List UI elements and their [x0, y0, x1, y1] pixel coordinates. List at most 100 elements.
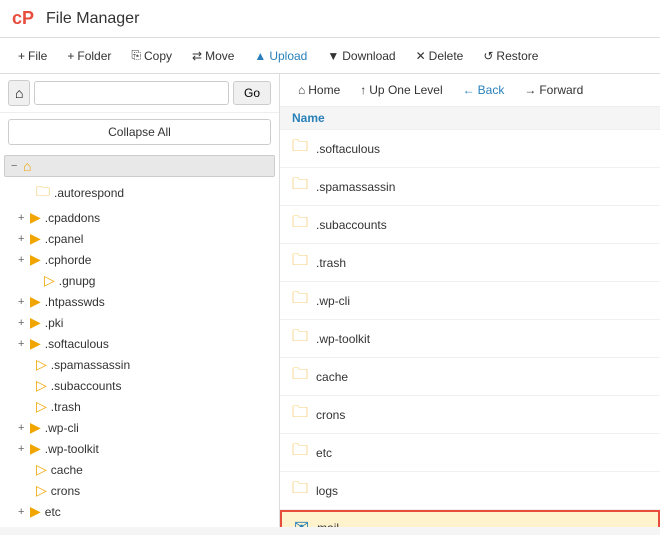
- tree-label: etc: [45, 505, 61, 519]
- file-item-wpcli[interactable]: 🗀 .wp-cli: [280, 282, 660, 320]
- left-panel: ⌂ Go Collapse All − ⌂ 🗀 .autorespond + ▶…: [0, 74, 280, 527]
- path-input[interactable]: [34, 81, 229, 105]
- move-icon: ⇄: [192, 49, 202, 63]
- file-item-cache[interactable]: 🗀 cache: [280, 358, 660, 396]
- folder-icon: 🗀: [36, 181, 50, 205]
- folder-icon: ▶: [30, 440, 41, 457]
- copy-button[interactable]: ⎘ Copy: [123, 44, 180, 67]
- plus-icon: +: [18, 49, 25, 63]
- tree-item-cache[interactable]: ▷ cache: [0, 459, 279, 480]
- tree-label: .cphorde: [45, 253, 92, 267]
- delete-button[interactable]: ✕ Delete: [408, 45, 472, 67]
- tree-label: .cpaddons: [45, 211, 100, 225]
- home-label: Home: [308, 83, 340, 97]
- copy-button-label: Copy: [144, 49, 172, 63]
- folder-icon: ▶: [30, 314, 41, 331]
- tree-item-subaccounts[interactable]: ▷ .subaccounts: [0, 375, 279, 396]
- tree-label: .wp-toolkit: [45, 442, 99, 456]
- tree-label: .gnupg: [59, 274, 96, 288]
- tree-item-pki[interactable]: + ▶ .pki: [0, 312, 279, 333]
- toggle-icon: +: [18, 338, 30, 350]
- file-item-softaculous[interactable]: 🗀 .softaculous: [280, 130, 660, 168]
- tree-label: .wp-cli: [45, 421, 79, 435]
- collapse-all-button[interactable]: Collapse All: [8, 119, 271, 145]
- file-item-spamassassin[interactable]: 🗀 .spamassassin: [280, 168, 660, 206]
- file-button[interactable]: + File: [10, 45, 55, 67]
- tree-label: .htpasswds: [45, 295, 105, 309]
- move-button-label: Move: [205, 49, 234, 63]
- folder-icon: ▶: [30, 503, 41, 520]
- folder-icon: ▷: [44, 272, 55, 289]
- folder-button-label: Folder: [77, 49, 111, 63]
- download-button[interactable]: ▼ Download: [319, 45, 403, 67]
- tree-item-cphorde[interactable]: + ▶ .cphorde: [0, 249, 279, 270]
- toggle-icon: +: [18, 443, 30, 455]
- folder-icon: 🗀: [292, 439, 308, 466]
- file-name: mail: [317, 521, 339, 528]
- folder-button[interactable]: + Folder: [59, 45, 119, 67]
- tree-item-softaculous[interactable]: + ▶ .softaculous: [0, 333, 279, 354]
- tree-item-autorespond[interactable]: 🗀 .autorespond: [0, 179, 279, 207]
- restore-icon: ↺: [483, 49, 493, 63]
- file-item-etc[interactable]: 🗀 etc: [280, 434, 660, 472]
- file-item-wptoolkit[interactable]: 🗀 .wp-toolkit: [280, 320, 660, 358]
- download-button-label: Download: [342, 49, 395, 63]
- upload-button-label: Upload: [269, 49, 307, 63]
- file-name: .subaccounts: [316, 218, 387, 232]
- file-item-crons[interactable]: 🗀 crons: [280, 396, 660, 434]
- tree-item-crons[interactable]: ▷ crons: [0, 480, 279, 501]
- tree-label: cache: [51, 463, 83, 477]
- toggle-icon: +: [18, 506, 30, 518]
- back-icon: ←: [463, 83, 475, 97]
- tree-item-root[interactable]: − ⌂: [4, 155, 275, 177]
- file-item-mail[interactable]: ✉ mail: [280, 510, 660, 527]
- tree-item-logs[interactable]: ▷ logs: [0, 522, 279, 527]
- folder-icon: 🗀: [292, 401, 308, 428]
- folder-icon: ▶: [30, 293, 41, 310]
- toggle-icon: +: [18, 212, 30, 224]
- file-name: .wp-toolkit: [316, 332, 370, 346]
- folder-icon: 🗀: [292, 325, 308, 352]
- back-button[interactable]: ← Back: [455, 80, 513, 100]
- cpanel-logo: cP: [12, 8, 34, 29]
- folder-icon: 🗀: [292, 363, 308, 390]
- tree-item-htpasswds[interactable]: + ▶ .htpasswds: [0, 291, 279, 312]
- home-folder-icon: ⌂: [23, 158, 31, 174]
- restore-button[interactable]: ↺ Restore: [475, 45, 546, 67]
- tree-item-etc[interactable]: + ▶ etc: [0, 501, 279, 522]
- forward-button[interactable]: → Forward: [516, 80, 591, 100]
- toolbar: + File + Folder ⎘ Copy ⇄ Move ▲ Upload ▼…: [0, 38, 660, 74]
- tree-item-wpcli[interactable]: + ▶ .wp-cli: [0, 417, 279, 438]
- tree-item-cpanel[interactable]: + ▶ .cpanel: [0, 228, 279, 249]
- tree-item-trash[interactable]: ▷ .trash: [0, 396, 279, 417]
- up-one-level-button[interactable]: ↑ Up One Level: [352, 80, 450, 100]
- left-nav-bar: ⌂ Go: [0, 74, 279, 113]
- file-name: .trash: [316, 256, 346, 270]
- file-item-subaccounts[interactable]: 🗀 .subaccounts: [280, 206, 660, 244]
- file-name: .wp-cli: [316, 294, 350, 308]
- file-button-label: File: [28, 49, 47, 63]
- move-button[interactable]: ⇄ Move: [184, 45, 242, 67]
- tree-label: .spamassassin: [51, 358, 130, 372]
- tree-item-wptoolkit[interactable]: + ▶ .wp-toolkit: [0, 438, 279, 459]
- home-button[interactable]: ⌂ Home: [290, 80, 348, 100]
- folder-icon: 🗀: [292, 249, 308, 276]
- folder-icon: ▶: [30, 230, 41, 247]
- tree-item-gnupg[interactable]: ▷ .gnupg: [0, 270, 279, 291]
- tree-label: .subaccounts: [51, 379, 122, 393]
- file-name: crons: [316, 408, 345, 422]
- folder-icon: ▷: [36, 524, 47, 527]
- forward-label: Forward: [539, 83, 583, 97]
- right-nav-bar: ⌂ Home ↑ Up One Level ← Back → Forward: [280, 74, 660, 107]
- tree-item-spamassassin[interactable]: ▷ .spamassassin: [0, 354, 279, 375]
- home-icon: ⌂: [298, 83, 305, 97]
- up-icon: ↑: [360, 83, 366, 97]
- home-nav-button[interactable]: ⌂: [8, 80, 30, 106]
- tree-item-cpaddons[interactable]: + ▶ .cpaddons: [0, 207, 279, 228]
- toggle-icon: +: [18, 233, 30, 245]
- file-item-logs[interactable]: 🗀 logs: [280, 472, 660, 510]
- go-button[interactable]: Go: [233, 81, 271, 105]
- toggle-icon: +: [18, 254, 30, 266]
- upload-button[interactable]: ▲ Upload: [246, 45, 315, 67]
- file-item-trash[interactable]: 🗀 .trash: [280, 244, 660, 282]
